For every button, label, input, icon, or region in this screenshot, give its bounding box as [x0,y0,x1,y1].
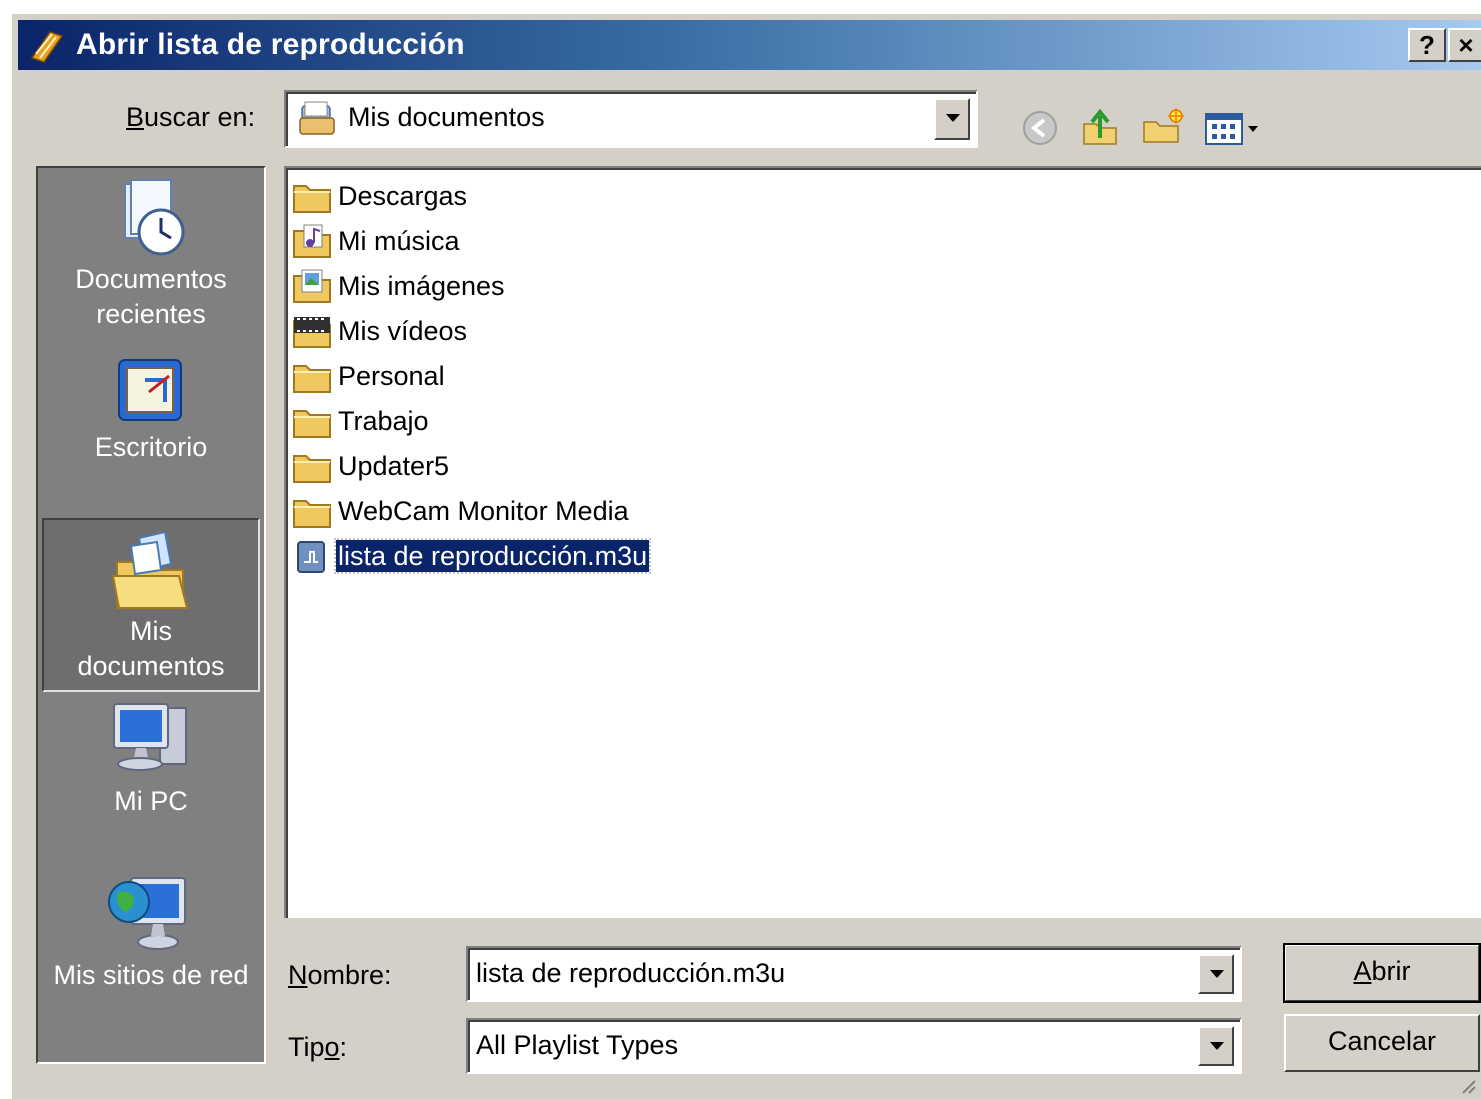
open-playlist-dialog: Abrir lista de reproducción ? × Buscar e… [10,12,1481,1099]
place-network-places[interactable]: Mis sitios de red [38,868,264,993]
place-my-documents[interactable]: Mis documentos [42,518,260,692]
folder-icon [293,500,331,528]
filename-dropdown-button[interactable] [1198,954,1234,994]
desktop-icon [118,359,182,421]
filename-label: Nombre: [288,960,392,990]
filename-value: lista de reproducción.m3u [476,958,786,988]
up-folder-icon[interactable] [1078,106,1122,150]
close-button[interactable]: × [1448,28,1481,62]
my-documents-icon [111,530,189,609]
filename-input[interactable]: lista de reproducción.m3u [466,946,1242,1002]
new-folder-icon[interactable] [1140,106,1188,150]
help-button[interactable]: ? [1408,28,1446,62]
lookin-dropdown-button[interactable] [934,98,970,140]
playlist-file-icon [297,541,325,573]
place-desktop[interactable]: Escritorio [38,350,264,465]
app-logo-icon [30,31,64,63]
folder-icon [293,410,331,438]
pictures-folder-icon [293,269,331,303]
title-bar[interactable]: Abrir lista de reproducción ? × [18,20,1481,70]
file-list[interactable]: Descargas Mi música Mis imágenes Mis víd… [284,166,1481,918]
folder-icon [293,455,331,483]
video-folder-icon [293,317,331,348]
resize-grip-icon[interactable] [1459,1077,1477,1095]
filetype-select[interactable]: All Playlist Types [466,1018,1242,1074]
lookin-label: Buscar en: [126,102,256,132]
cancel-button[interactable]: Cancelar [1284,1014,1480,1072]
window-title: Abrir lista de reproducción [76,28,465,61]
folder-icon [293,185,331,213]
filetype-label: Tipo: [288,1032,348,1062]
view-menu-icon[interactable] [1202,106,1266,150]
filetype-value: All Playlist Types [476,1030,679,1060]
network-places-icon [108,877,186,950]
my-computer-icon [113,703,187,771]
lookin-combobox[interactable]: Mis documentos [284,90,978,148]
my-documents-small-icon [299,101,335,135]
place-recent-documents[interactable]: Documentos recientes [38,176,264,332]
folder-icon [293,365,331,393]
places-bar: Documentos recientes Escritorio Mis docu… [36,166,266,1064]
lookin-value: Mis documentos [348,102,545,132]
back-arrow-icon[interactable] [1018,106,1062,150]
filetype-dropdown-button[interactable] [1198,1026,1234,1066]
recent-documents-icon [124,179,185,256]
place-my-computer[interactable]: Mi PC [38,698,264,819]
open-button[interactable]: Abrir [1283,943,1481,1003]
music-folder-icon [293,224,331,258]
